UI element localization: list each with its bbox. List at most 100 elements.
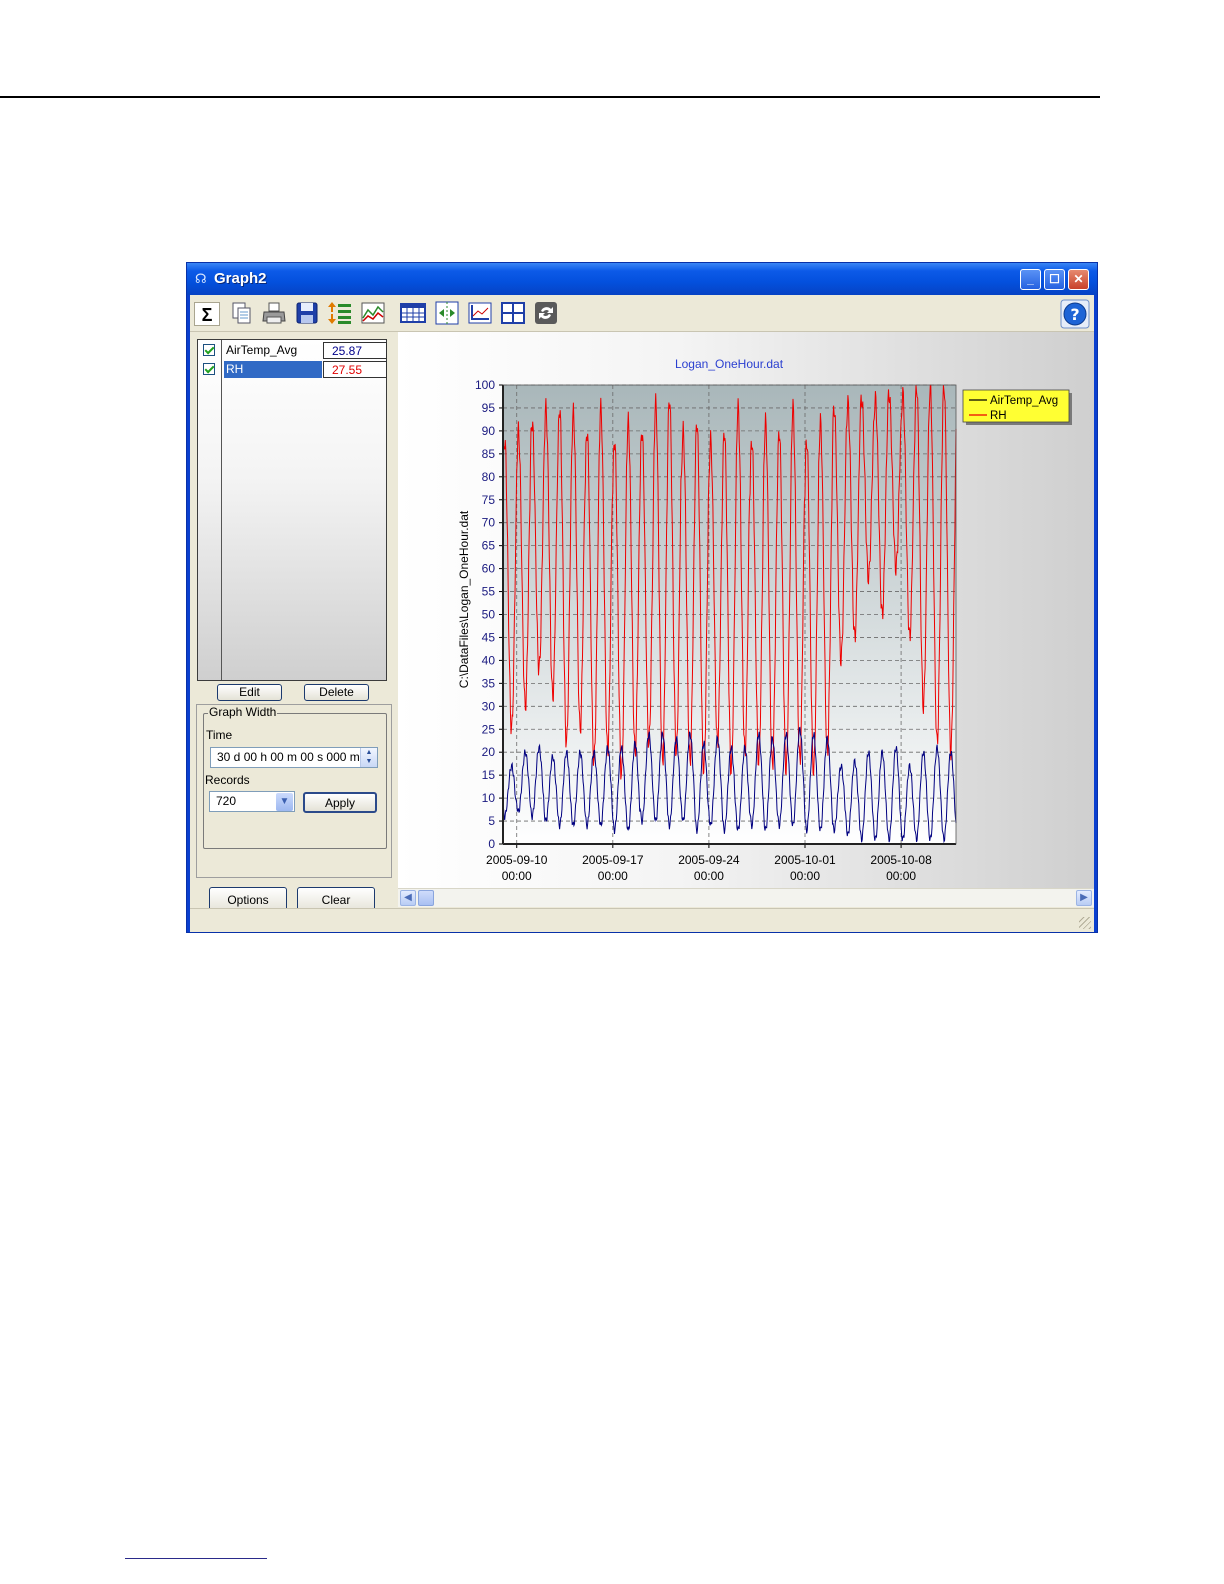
minimize-icon: _ [1027, 272, 1034, 286]
table-icon [400, 303, 426, 323]
chart-pane: 0 5 10 15 20 25 30 35 40 45 50 55 60 65 70 75 80 85 90 95 10… [398, 332, 1094, 888]
chart-icon [361, 302, 385, 324]
records-value: 720 [216, 794, 237, 808]
y-tick-label: 5 [488, 814, 495, 828]
legend-label: AirTemp_Avg [990, 395, 1058, 407]
trace-checkbox-rh[interactable] [203, 363, 215, 375]
y-tick-label: 55 [482, 585, 496, 599]
y-tick-label: 35 [482, 676, 496, 690]
minimize-button[interactable]: _ [1020, 269, 1041, 290]
spin-up-icon: ▲ [365, 749, 373, 756]
time-label: Time [206, 728, 233, 742]
y-tick-label: 45 [482, 630, 496, 644]
graph-width-panel: Graph Width Time 30 d 00 h 00 m 00 s 000… [196, 704, 392, 878]
apply-button[interactable]: Apply [303, 792, 377, 813]
toolbar: Σ ? [190, 295, 1094, 332]
time-spinner[interactable]: ▲ ▼ [360, 748, 377, 767]
y-tick-label: 85 [482, 447, 496, 461]
chart-title: Logan_OneHour.dat [675, 357, 784, 371]
x-tick-label: 2005-09-24 [678, 853, 740, 867]
title-bar[interactable]: ☊ Graph2 _ ☐ ✕ [187, 263, 1097, 295]
grid-button[interactable] [500, 300, 526, 326]
x-tick-label: 00:00 [598, 869, 628, 883]
y-tick-label: 90 [482, 424, 496, 438]
scroll-thumb[interactable] [418, 890, 434, 906]
zoom-button[interactable] [434, 300, 460, 326]
trace-value: 27.55 [323, 361, 387, 378]
resize-grip-icon[interactable] [1079, 917, 1091, 929]
x-tick-label: 00:00 [790, 869, 820, 883]
trace-row-rh[interactable]: RH 27.55 [198, 361, 387, 379]
grid-icon [501, 302, 525, 324]
x-tick-label: 00:00 [886, 869, 916, 883]
x-tick-label: 2005-09-10 [486, 853, 548, 867]
spin-down-icon: ▼ [365, 758, 373, 765]
close-button[interactable]: ✕ [1068, 269, 1089, 290]
client-area: Σ ? AirTemp_Avg 25.87 RH 27.55 Edit Dele… [190, 295, 1094, 932]
y-tick-label: 30 [482, 699, 496, 713]
trace-name: RH [224, 361, 322, 378]
page-top-rule [0, 96, 1100, 98]
x-tick-label: 2005-10-08 [870, 853, 932, 867]
window-title: Graph2 [214, 270, 267, 287]
graph-window: ☊ Graph2 _ ☐ ✕ Σ ? AirTemp_Avg 25.87 RH … [186, 262, 1098, 933]
copy-icon [232, 302, 251, 324]
y-tick-label: 10 [482, 791, 496, 805]
legend-label: RH [990, 410, 1007, 422]
help-button[interactable]: ? [1060, 299, 1090, 329]
scroll-left-icon[interactable]: ◀ [400, 890, 416, 906]
graph-width-group: Graph Width Time 30 d 00 h 00 m 00 s 000… [203, 705, 387, 849]
graph-width-legend: Graph Width [208, 705, 278, 719]
trace-row-airtemp[interactable]: AirTemp_Avg 25.87 [198, 342, 387, 360]
y-tick-label: 75 [482, 493, 496, 507]
maximize-icon: ☐ [1049, 272, 1060, 286]
y-tick-label: 70 [482, 516, 496, 530]
trace-panel: AirTemp_Avg 25.87 RH 27.55 Edit Delete G… [190, 332, 395, 913]
print-icon [262, 302, 286, 324]
status-bar [190, 908, 1094, 932]
edit-button[interactable]: Edit [217, 684, 282, 701]
y-tick-label: 20 [482, 745, 496, 759]
y-tick-label: 25 [482, 722, 496, 736]
records-label: Records [205, 773, 250, 787]
x-tick-label: 2005-09-17 [582, 853, 644, 867]
close-icon: ✕ [1073, 272, 1084, 286]
trace-checkbox-airtemp[interactable] [203, 344, 215, 356]
y-tick-label: 15 [482, 768, 496, 782]
maximize-button[interactable]: ☐ [1044, 269, 1065, 290]
x-tick-label: 2005-10-01 [774, 853, 836, 867]
copy-button[interactable] [228, 300, 254, 326]
trace-value: 25.87 [323, 342, 387, 359]
check-column [198, 340, 222, 680]
y-tick-label: 50 [482, 608, 496, 622]
y-tick-label: 65 [482, 539, 496, 553]
line-chart[interactable]: 0 5 10 15 20 25 30 35 40 45 50 55 60 65 70 75 80 85 90 95 10… [398, 332, 1094, 888]
sort-button[interactable] [327, 300, 353, 326]
axis-icon [468, 302, 492, 324]
y-tick-label: 95 [482, 401, 496, 415]
trace-name: AirTemp_Avg [226, 343, 298, 357]
statistics-button[interactable]: Σ [194, 302, 220, 326]
chart-type-button[interactable] [360, 300, 386, 326]
chevron-down-icon[interactable]: ▼ [276, 793, 293, 811]
y-tick-label: 40 [482, 653, 496, 667]
delete-button[interactable]: Delete [304, 684, 369, 701]
sort-icon [328, 302, 351, 324]
save-icon [296, 302, 318, 324]
y-tick-label: 100 [475, 378, 495, 392]
help-icon: ? [1060, 299, 1090, 329]
print-button[interactable] [261, 300, 287, 326]
save-button[interactable] [294, 300, 320, 326]
page-footer-rule [125, 1558, 267, 1559]
scroll-right-icon[interactable]: ▶ [1076, 890, 1092, 906]
table-view-button[interactable] [400, 300, 426, 326]
trace-list[interactable]: AirTemp_Avg 25.87 RH 27.55 [197, 339, 387, 681]
time-value: 30 d 00 h 00 m 00 s 000 ms [217, 750, 366, 764]
time-input[interactable]: 30 d 00 h 00 m 00 s 000 ms ▲ ▼ [210, 747, 378, 768]
axis-button[interactable] [467, 300, 493, 326]
horizontal-scrollbar[interactable]: ◀ ▶ [398, 888, 1094, 907]
refresh-button[interactable] [533, 300, 559, 326]
x-tick-label: 00:00 [694, 869, 724, 883]
records-dropdown[interactable]: 720 ▼ [209, 791, 295, 812]
x-tick-label: 00:00 [502, 869, 532, 883]
